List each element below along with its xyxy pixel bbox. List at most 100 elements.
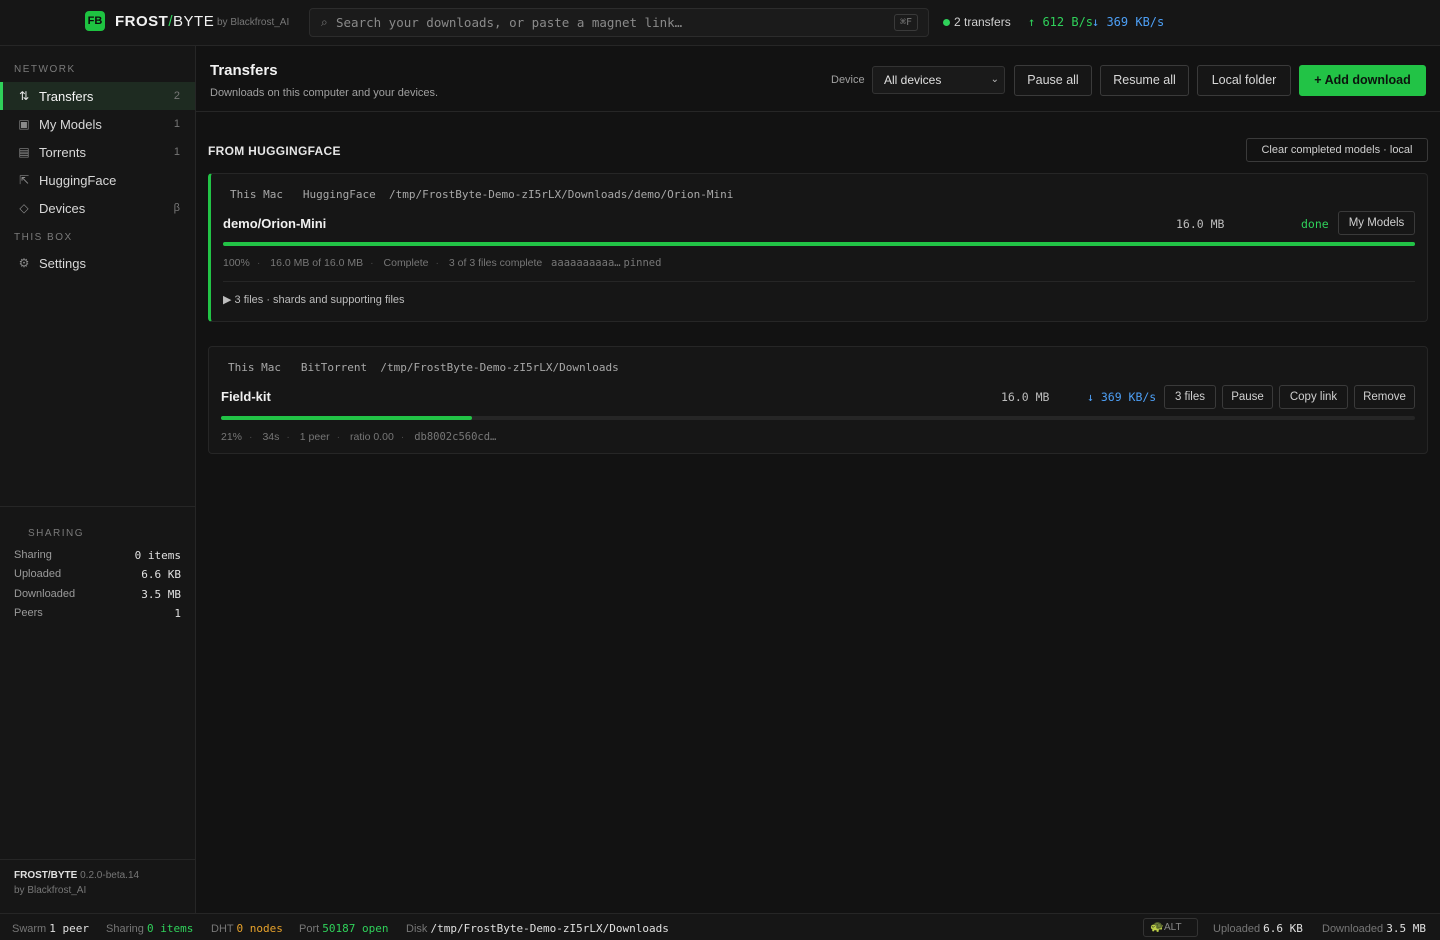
stat-value: 3.5 MB bbox=[141, 588, 181, 601]
search-box[interactable]: ⌕ ⌘F bbox=[309, 8, 929, 37]
transfer-card: This Mac BitTorrent /tmp/FrostByte-Demo-… bbox=[208, 346, 1428, 454]
section-title: FROM HUGGINGFACE bbox=[208, 144, 341, 158]
device-filter-label: Device bbox=[831, 74, 865, 86]
sidebar-item-badge: 1 bbox=[173, 118, 180, 130]
transfer-status: Complete bbox=[383, 257, 429, 269]
sidebar-item-label: HuggingFace bbox=[39, 172, 117, 188]
device-name: This Mac bbox=[230, 188, 283, 201]
pause-all-button[interactable]: Pause all bbox=[1014, 65, 1092, 96]
file-path: /tmp/FrostByte-Demo-zI5rLX/Downloads/dem… bbox=[388, 188, 734, 201]
search-input[interactable] bbox=[336, 9, 896, 36]
brand-rest: BYTE bbox=[173, 13, 215, 30]
transfer-name: demo/Orion-Mini bbox=[223, 216, 327, 231]
alt-label: ALT bbox=[1164, 922, 1182, 933]
sharing-section-label: SHARING bbox=[28, 528, 85, 539]
brand-byline: by Blackfrost_AI bbox=[217, 17, 290, 28]
clear-completed-button[interactable]: Clear completed models · local bbox=[1246, 138, 1428, 162]
sidebar-item-transfers[interactable]: ⇅ Transfers 2 bbox=[0, 82, 195, 110]
sidebar-item-badge: β bbox=[173, 202, 180, 214]
sidebar-item-my-models[interactable]: ▣ My Models 1 bbox=[0, 110, 195, 138]
upload-speed: ↑ 612 B/s bbox=[1028, 15, 1094, 29]
transfer-state: done bbox=[1301, 217, 1329, 231]
peer-count: 1 peer bbox=[299, 431, 330, 443]
status-label: Downloaded bbox=[1322, 923, 1384, 935]
disk-status: Disk /tmp/FrostByte-Demo-zI5rLX/Download… bbox=[406, 922, 669, 935]
status-value: 0 nodes bbox=[236, 922, 283, 935]
downloaded-stat-row: Downloaded 3.5 MB bbox=[14, 588, 181, 601]
dht-status: DHT 0 nodes bbox=[211, 922, 283, 935]
status-value: 6.6 KB bbox=[1263, 922, 1303, 935]
peers-stat-row: Peers 1 bbox=[14, 607, 181, 620]
files-summary: 3 files · shards and supporting files bbox=[234, 294, 405, 306]
huggingface-icon: ⇱ bbox=[18, 173, 30, 187]
progress-bar bbox=[223, 242, 1415, 246]
transfer-origin: This Mac BitTorrent /tmp/FrostByte-Demo-… bbox=[228, 361, 619, 374]
time-remaining: 34s bbox=[262, 431, 280, 443]
model-icon: ▣ bbox=[18, 117, 30, 131]
sidebar-item-label: Devices bbox=[39, 200, 86, 216]
stat-label: Peers bbox=[14, 607, 43, 619]
transfer-rate: ↓ 369 KB/s bbox=[1087, 390, 1157, 404]
network-section-label: NETWORK bbox=[14, 64, 76, 75]
device-select-value: All devices bbox=[884, 73, 942, 87]
files-expand-toggle[interactable]: ▶ 3 files · shards and supporting files bbox=[223, 293, 405, 306]
copy-link-button[interactable]: Copy link bbox=[1279, 385, 1348, 409]
progress-bar bbox=[221, 416, 1415, 420]
status-value: 50187 open bbox=[322, 922, 389, 935]
swarm-status: Swarm 1 peer bbox=[12, 922, 89, 935]
port-status: Port 50187 open bbox=[299, 922, 388, 935]
transfer-name: Field-kit bbox=[221, 389, 271, 404]
divider bbox=[196, 111, 1440, 112]
transfer-hash: aaaaaaaaaa… bbox=[551, 257, 621, 269]
downloaded-total: Downloaded 3.5 MB bbox=[1322, 922, 1426, 935]
pause-button[interactable]: Pause bbox=[1222, 385, 1273, 409]
add-download-button[interactable]: + Add download bbox=[1299, 65, 1426, 96]
top-bar: FB FROST/BYTE by Blackfrost_AI ⌕ ⌘F 2 tr… bbox=[0, 0, 1440, 46]
resume-all-button[interactable]: Resume all bbox=[1100, 65, 1189, 96]
version-number: 0.2.0-beta.14 bbox=[80, 870, 140, 881]
sidebar-item-label: Settings bbox=[39, 255, 86, 271]
online-status-icon bbox=[943, 19, 950, 26]
stat-label: Uploaded bbox=[14, 568, 62, 580]
my-models-button[interactable]: My Models bbox=[1338, 211, 1415, 235]
sidebar-item-badge: 2 bbox=[173, 90, 180, 102]
status-value: 1 peer bbox=[49, 922, 90, 935]
sidebar-item-huggingface[interactable]: ⇱ HuggingFace bbox=[0, 166, 195, 194]
shortcut-hint: ⌘F bbox=[893, 14, 918, 31]
source-name: HuggingFace bbox=[302, 188, 376, 201]
status-value: 0 items bbox=[146, 922, 194, 935]
local-folder-button[interactable]: Local folder bbox=[1197, 65, 1291, 96]
brand-main: FROST bbox=[115, 13, 169, 30]
file-path: /tmp/FrostByte-Demo-zI5rLX/Downloads bbox=[380, 361, 619, 374]
this-box-section-label: THIS BOX bbox=[14, 232, 73, 243]
status-label: Port bbox=[299, 923, 320, 935]
sidebar-item-settings[interactable]: ⚙ Settings bbox=[0, 249, 195, 277]
transfer-stats: 100% · 16.0 MB of 16.0 MB · Complete · 3 of… bbox=[223, 257, 662, 269]
status-bar: Swarm 1 peer Sharing 0 items DHT 0 nodes… bbox=[0, 913, 1440, 940]
transfers-count: 2 transfers bbox=[954, 15, 1011, 29]
page-subtitle: Downloads on this computer and your devi… bbox=[210, 87, 439, 99]
remove-button[interactable]: Remove bbox=[1354, 385, 1415, 409]
status-label: Uploaded bbox=[1213, 923, 1261, 935]
divider bbox=[223, 281, 1415, 282]
torrent-icon: ▤ bbox=[18, 145, 30, 159]
app-logo-icon[interactable]: FB bbox=[85, 11, 105, 31]
device-name: This Mac bbox=[228, 361, 281, 374]
pinned-label: pinned bbox=[623, 257, 662, 269]
sidebar-item-devices[interactable]: ◇ Devices β bbox=[0, 194, 195, 222]
stat-label: Downloaded bbox=[14, 588, 76, 600]
app-version: FROST/BYTE 0.2.0-beta.14 bbox=[14, 870, 139, 881]
transfer-stats: 21% · 34s · 1 peer · ratio 0.00 · db8002c560… bbox=[221, 431, 497, 443]
progress-percent: 21% bbox=[221, 431, 243, 443]
stat-label: Sharing bbox=[14, 549, 52, 561]
version-byline: by Blackfrost_AI bbox=[14, 885, 87, 896]
files-button[interactable]: 3 files bbox=[1164, 385, 1216, 409]
sidebar-item-torrents[interactable]: ▤ Torrents 1 bbox=[0, 138, 195, 166]
download-speed: ↓ 369 KB/s bbox=[1092, 15, 1165, 29]
device-select[interactable]: All devices ⌄ bbox=[872, 66, 1005, 94]
divider bbox=[0, 859, 195, 860]
search-icon: ⌕ bbox=[321, 15, 328, 29]
alt-mode-toggle[interactable]: 🐢 ALT bbox=[1143, 918, 1198, 937]
sharing-stat-row: Sharing 0 items bbox=[14, 549, 181, 562]
progress-amount: 16.0 MB of 16.0 MB bbox=[270, 257, 364, 269]
